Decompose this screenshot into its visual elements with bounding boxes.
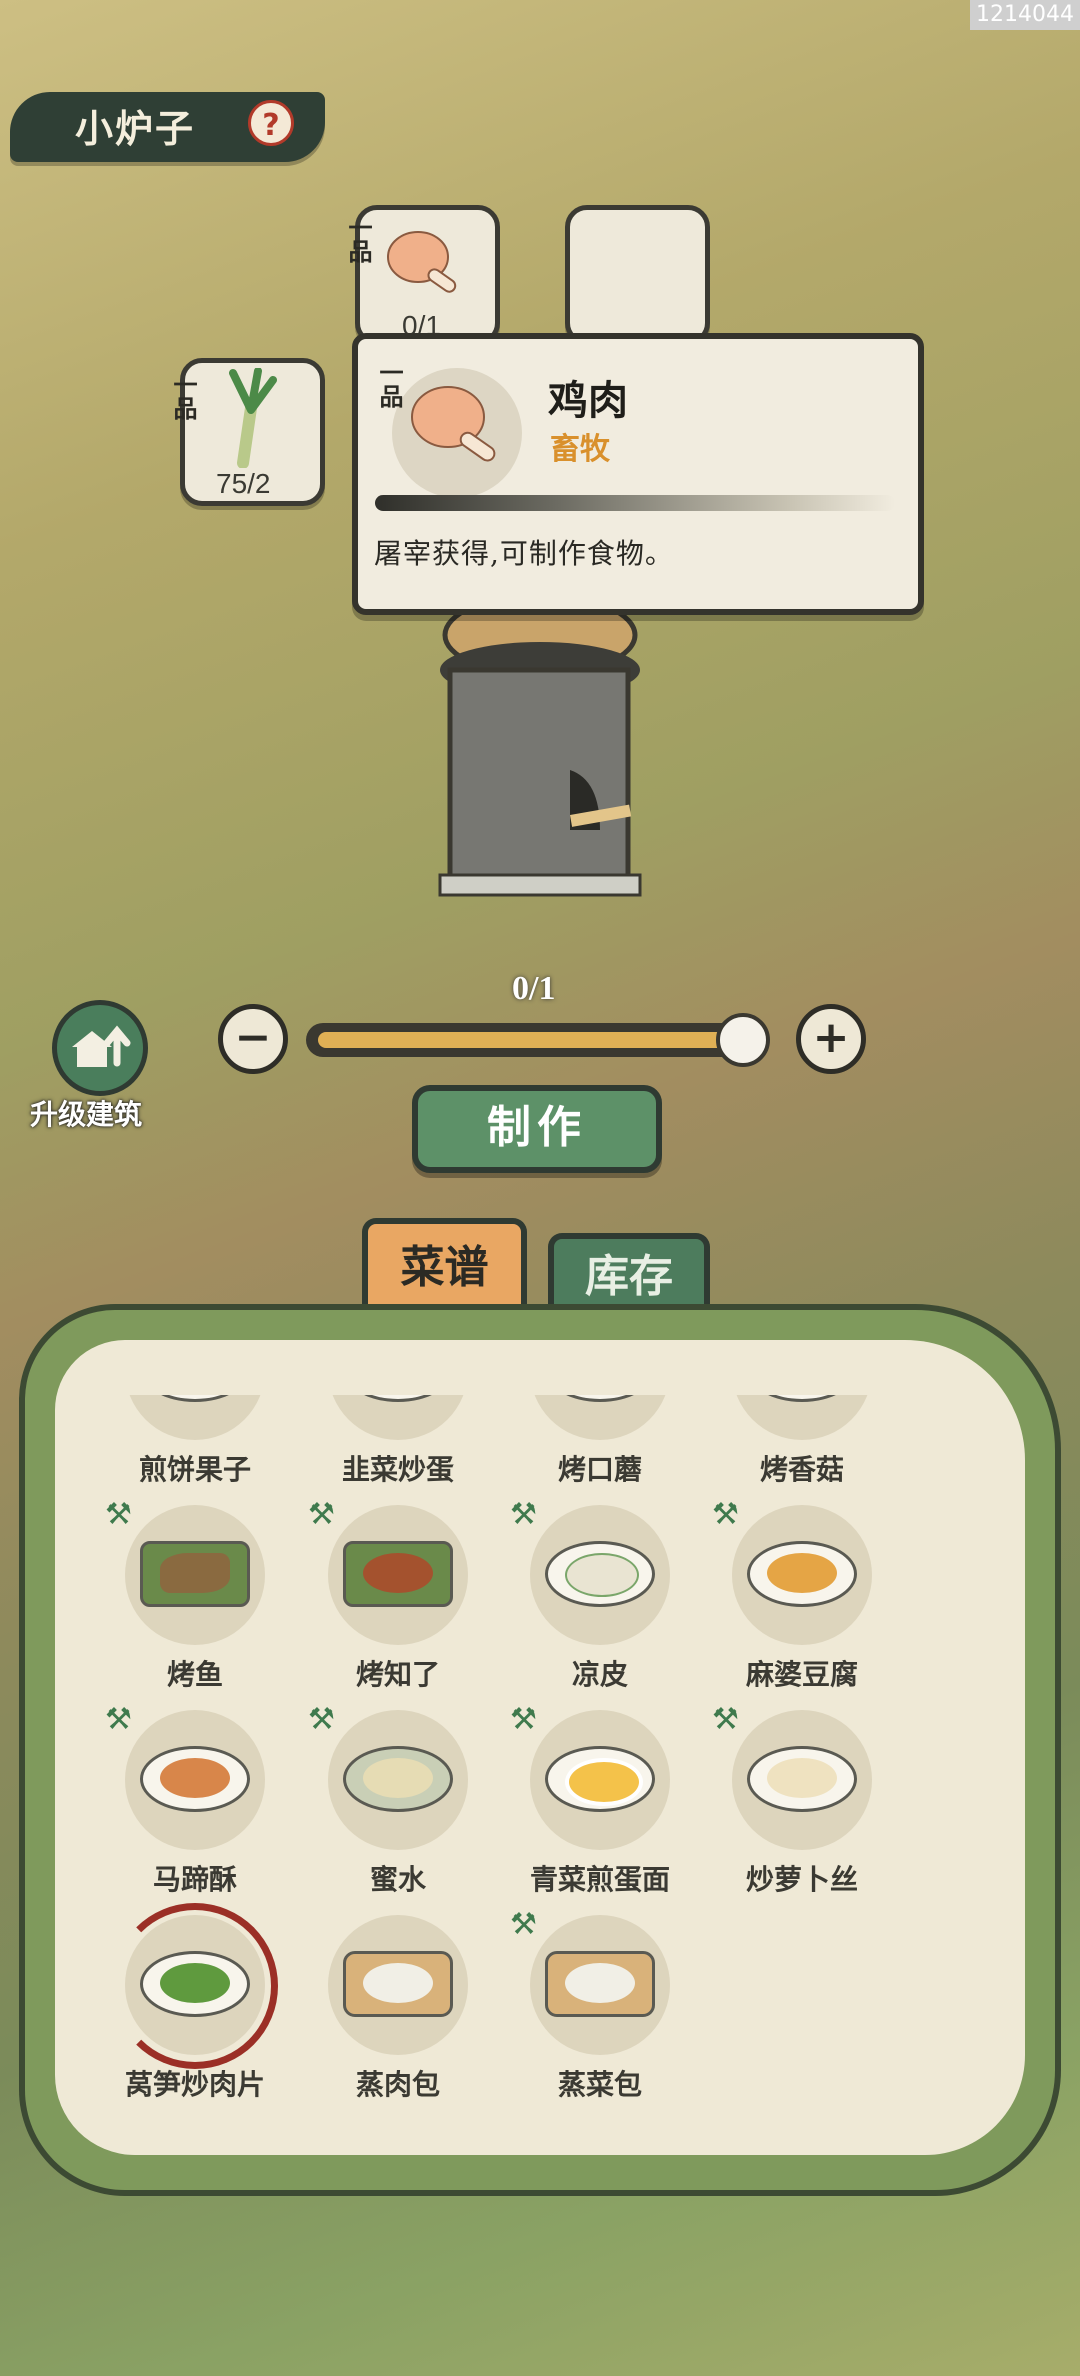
- slot-grade: 一品: [344, 215, 373, 263]
- recipe-item[interactable]: 韭菜炒蛋: [303, 1395, 493, 1505]
- recipe-name: 烤香菇: [759, 1453, 844, 1486]
- help-icon[interactable]: ?: [248, 100, 294, 146]
- hammer-icon: ⚒: [308, 1702, 335, 1737]
- watermark-id: 1214044: [970, 0, 1080, 30]
- recipe-item[interactable]: ⚒ 马蹄酥: [100, 1702, 290, 1915]
- plus-button[interactable]: +: [796, 1004, 866, 1074]
- recipe-item[interactable]: ⚒ 青菜煎蛋面: [505, 1702, 695, 1915]
- recipe-item[interactable]: ⚒ 蒸菜包: [505, 1907, 695, 2120]
- quantity-slider-handle[interactable]: [716, 1013, 770, 1067]
- plus-icon: +: [812, 1012, 850, 1063]
- minus-icon: −: [234, 1012, 272, 1063]
- recipe-item[interactable]: 煎饼果子: [100, 1395, 290, 1505]
- quantity-count: 0/1: [512, 970, 556, 1007]
- hammer-icon: ⚒: [105, 1702, 132, 1737]
- recipe-name: 凉皮: [571, 1658, 628, 1691]
- slot-grade: 一品: [169, 372, 198, 420]
- recipe-name: 蒸菜包: [557, 2068, 642, 2101]
- leek-icon: [229, 368, 277, 468]
- make-button[interactable]: 制作: [412, 1085, 662, 1173]
- recipe-item[interactable]: ⚒ 凉皮: [505, 1497, 695, 1710]
- recipe-item[interactable]: 烤香菇: [707, 1395, 897, 1505]
- recipe-item[interactable]: 蒸肉包: [303, 1915, 493, 2120]
- hammer-icon: ⚒: [510, 1497, 537, 1532]
- tooltip-grade: 一品: [375, 360, 404, 408]
- upgrade-icon: [72, 1025, 131, 1067]
- recipe-name: 烤口蘑: [557, 1453, 642, 1486]
- recipe-name: 韭菜炒蛋: [341, 1453, 454, 1486]
- recipe-name: 蜜水: [369, 1863, 426, 1896]
- hammer-icon: ⚒: [510, 1907, 537, 1942]
- recipe-item[interactable]: ⚒ 烤知了: [303, 1497, 493, 1710]
- recipe-name: 麻婆豆腐: [745, 1658, 858, 1691]
- recipe-item[interactable]: ⚒ 炒萝卜丝: [707, 1702, 897, 1915]
- tooltip-item-category: 畜牧: [550, 432, 610, 467]
- recipe-name: 马蹄酥: [152, 1863, 237, 1896]
- slot-count: 75/2: [216, 468, 271, 499]
- page-title: 小炉子: [75, 106, 196, 151]
- recipe-name: 炒萝卜丝: [745, 1863, 858, 1896]
- hammer-icon: ⚒: [308, 1497, 335, 1532]
- chicken-leg-icon: [411, 386, 496, 462]
- recipe-item[interactable]: 烤口蘑: [505, 1395, 695, 1505]
- hammer-icon: ⚒: [510, 1702, 537, 1737]
- chicken-leg-icon: [387, 231, 457, 293]
- tooltip-description: 屠宰获得,可制作食物。: [374, 537, 674, 570]
- recipe-grid[interactable]: 煎饼果子 韭菜炒蛋 烤口蘑 烤香菇 ⚒ 烤鱼 ⚒ 烤知了 ⚒ 凉皮 ⚒ 麻婆豆腐 ⚒ 马蹄…: [55, 1395, 1025, 2135]
- recipe-name: 煎饼果子: [138, 1453, 251, 1486]
- tooltip-divider: [375, 495, 895, 511]
- hammer-icon: ⚒: [712, 1702, 739, 1737]
- recipe-name: 烤知了: [355, 1658, 440, 1691]
- upgrade-building-label: 升级建筑: [30, 1098, 143, 1131]
- tooltip-item-name: 鸡肉: [548, 377, 628, 424]
- recipe-item[interactable]: ⚒ 烤鱼: [100, 1497, 290, 1710]
- recipe-item[interactable]: ⚒ 蜜水: [303, 1702, 493, 1915]
- hammer-icon: ⚒: [105, 1497, 132, 1532]
- recipe-name: 烤鱼: [166, 1658, 223, 1691]
- hammer-icon: ⚒: [712, 1497, 739, 1532]
- ingredient-slot-2[interactable]: [565, 205, 710, 345]
- recipe-item[interactable]: ⚒ 麻婆豆腐: [707, 1497, 897, 1710]
- stove-illustration: [438, 592, 642, 897]
- quantity-slider-fill: [318, 1032, 743, 1048]
- recipe-item-selected[interactable]: 莴笋炒肉片: [100, 1903, 290, 2120]
- minus-button[interactable]: −: [218, 1004, 288, 1074]
- recipe-name: 蒸肉包: [355, 2068, 440, 2101]
- recipe-name: 莴笋炒肉片: [124, 2068, 265, 2101]
- recipe-name: 青菜煎蛋面: [529, 1863, 670, 1896]
- upgrade-building-button[interactable]: [52, 1000, 148, 1096]
